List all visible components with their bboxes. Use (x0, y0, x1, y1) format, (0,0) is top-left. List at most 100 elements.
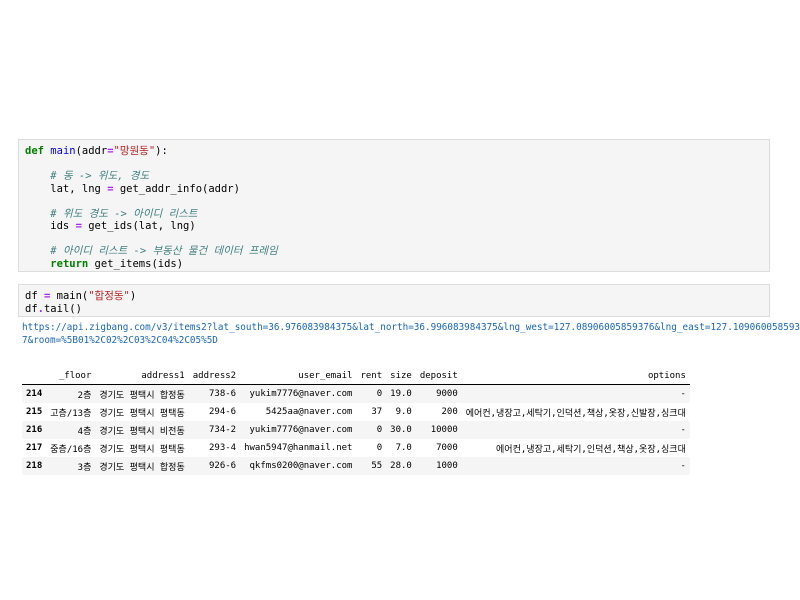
table-cell: 3층 (46, 457, 96, 475)
code-token: get_ids(lat, lng) (81, 220, 196, 232)
code-line: df.tail() (25, 303, 763, 316)
code-line: return get_items(ids) (25, 258, 763, 271)
code-line: # 위도 경도 -> 아이디 리스트 (25, 208, 763, 221)
code-line: lat, lng = get_addr_info(addr) (25, 183, 763, 196)
column-header: size (386, 367, 416, 385)
row-index: 218 (22, 457, 47, 475)
code-line: # 아이디 리스트 -> 부동산 물건 데이터 프레임 (25, 245, 763, 258)
table-cell: 9.0 (395, 407, 412, 417)
table-cell: 4층 (46, 421, 96, 439)
table-cell: 고층/13층 (50, 408, 92, 419)
code-line: def main(addr="망원동"): (25, 145, 763, 158)
code-token: tail() (43, 302, 82, 315)
code-token: "망원동" (113, 145, 156, 157)
table-cell: 10000 (415, 421, 462, 439)
table-cell: 294-6 (209, 407, 237, 417)
table-cell: 7.0 (395, 443, 412, 453)
table-cell: 30.0 (386, 421, 416, 439)
table-cell: 7000 (436, 443, 458, 453)
code-token: def (25, 145, 44, 157)
table-row: 216 4층 경기도 평택시 비전동 734-2 yukim7776@naver.com… (22, 421, 690, 439)
table-cell: yukim7776@naver.com (240, 384, 357, 403)
table-cell: 200 (441, 407, 458, 417)
row-index: 216 (22, 421, 47, 439)
table-cell: 경기도 평택시 평택동 (99, 408, 185, 419)
table-cell: - (461, 457, 690, 475)
code-token: df (25, 290, 44, 302)
table-header-row: _floor address1 address2 user_email rent size… (22, 367, 690, 385)
row-index: 217 (26, 443, 43, 453)
table-row: 215 고층/13층 경기도 평택시 평택동 294-6 5425aa@naver.co… (22, 403, 690, 421)
table-cell: 중층/16층 (50, 444, 92, 455)
code-line: df = main("합정동") (25, 290, 763, 303)
table-cell: 0 (356, 421, 387, 439)
code-token: # 위도 경도 -> 아이디 리스트 (50, 207, 198, 220)
column-header: address1 (95, 367, 189, 385)
table-cell: 926-6 (188, 457, 241, 475)
table-row: 214 2층 경기도 평택시 합정동 738-6 yukim7776@naver.com… (22, 384, 690, 403)
code-token: return (50, 257, 89, 270)
table-cell: 28.0 (386, 457, 416, 475)
code-token: "합정동" (88, 290, 130, 302)
table-cell: - (461, 384, 690, 403)
code-cell-run-main[interactable]: df = main("합정동") df.tail() (18, 284, 770, 317)
code-token: ids (25, 220, 76, 232)
code-token: ) (129, 290, 137, 302)
table-cell: hwan5947@hanmail.net (244, 443, 353, 453)
table-row: 218 3층 경기도 평택시 합정동 926-6 qkfms0200@naver.com… (22, 457, 690, 475)
output-url-line-2: 7&room=%5B01%2C02%2C03%2C04%2C05%5D (22, 335, 218, 346)
code-token: (addr (75, 145, 108, 157)
code-token: get_addr_info(addr) (113, 182, 240, 195)
code-line: ids = get_ids(lat, lng) (25, 220, 763, 233)
code-token: lat, lng (25, 182, 108, 195)
table-cell: 9000 (415, 384, 462, 403)
column-header: _floor (46, 367, 96, 385)
table-cell: 293-4 (209, 443, 237, 453)
table-cell: 0 (356, 384, 387, 403)
column-header: deposit (415, 367, 462, 385)
table-cell: 경기도 평택시 평택동 (99, 444, 185, 455)
table-cell: 738-6 (188, 384, 241, 403)
code-token: get_items(ids) (88, 257, 184, 270)
table-cell: 37 (371, 407, 383, 417)
table-cell: 에어컨,냉장고,세탁기,인덕션,책상,옷장,신발장,싱크대 (465, 408, 686, 419)
code-token: main (50, 145, 76, 157)
table-cell: 5425aa@naver.com (265, 407, 353, 417)
table-cell: 경기도 평택시 합정동 (95, 457, 189, 475)
code-line: # 동 -> 위도, 경도 (25, 170, 763, 183)
table-cell: 0 (376, 443, 383, 453)
table-cell: 에어컨,냉장고,세탁기,인덕션,책상,옷장,싱크대 (496, 444, 686, 455)
table-cell: 19.0 (386, 384, 416, 403)
code-cell-main-definition[interactable]: def main(addr="망원동"): # 동 -> 위도, 경도 lat,… (18, 139, 770, 272)
table-cell: 55 (356, 457, 387, 475)
table-cell: 734-2 (188, 421, 241, 439)
table-cell: - (461, 421, 690, 439)
column-header: user_email (240, 367, 357, 385)
table-cell: 1000 (415, 457, 462, 475)
table-row: 217 중층/16층 경기도 평택시 평택동 293-4 hwan5947@hanmai… (22, 439, 690, 457)
output-url: https://api.zigbang.com/v3/items2?lat_so… (22, 321, 800, 347)
code-token: # 동 -> 위도, 경도 (50, 170, 150, 182)
column-header: rent (356, 367, 387, 385)
row-index: 215 (26, 407, 43, 417)
code-token: main( (50, 290, 89, 302)
code-token: # 아이디 리스트 -> 부동산 물건 데이터 프레임 (50, 245, 278, 257)
code-token: ): (155, 145, 168, 157)
row-index: 214 (22, 384, 47, 403)
table-cell: yukim7776@naver.com (240, 421, 357, 439)
dataframe-output-table: _floor address1 address2 user_email rent size… (22, 367, 690, 475)
column-header (22, 367, 47, 385)
table-cell: 경기도 평택시 비전동 (95, 421, 189, 439)
column-header: options (461, 367, 690, 385)
table-cell: qkfms0200@naver.com (240, 457, 357, 475)
table-cell: 2층 (46, 384, 96, 403)
table-cell: 경기도 평택시 합정동 (95, 384, 189, 403)
column-header: address2 (188, 367, 241, 385)
output-url-line-1: https://api.zigbang.com/v3/items2?lat_so… (22, 322, 800, 333)
